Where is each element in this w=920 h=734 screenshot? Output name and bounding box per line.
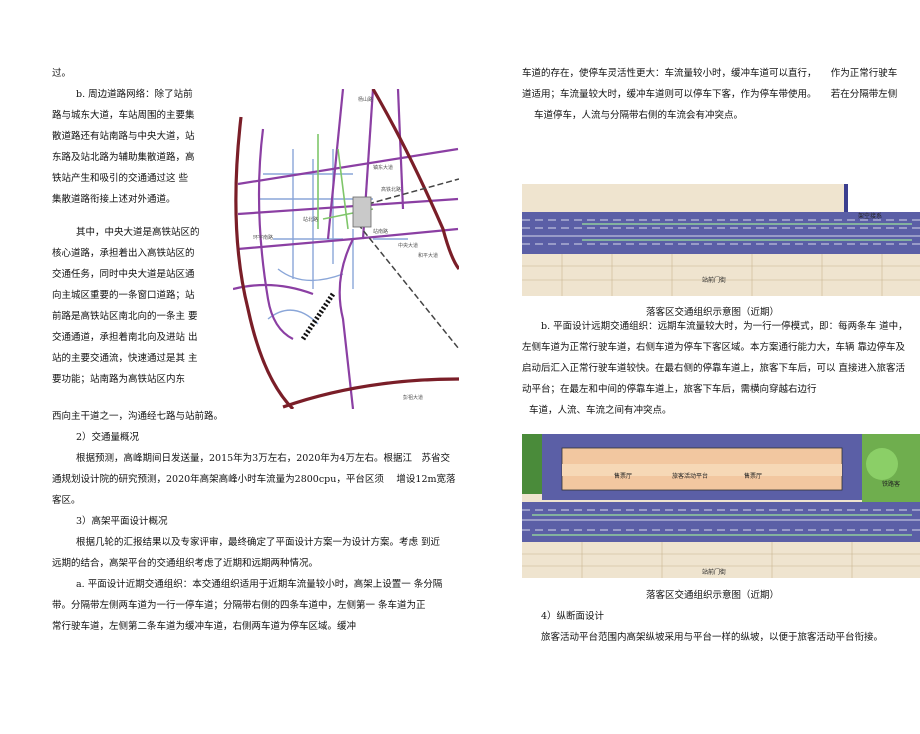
map-label: 站南路 [373, 228, 388, 235]
right-column-line: b. 平面设计远期交通组织：远期车流量较大时，为一行一停模式，即：每两条车 道中… [541, 321, 908, 332]
figure-2-caption: 落客区交通组织示意图（近期） [646, 590, 780, 601]
bridge-label: 架空接系 [858, 212, 882, 220]
station-gate-label: 站前门街 [702, 276, 726, 284]
figure-1-caption: 落客区交通组织示意图（近期） [646, 307, 780, 318]
platform-label: 旅客活动平台 [672, 472, 708, 480]
waiting-right-label: 售票厅 [744, 472, 762, 480]
left-column-line: 通规划设计院的研究预测，2020年高架高峰小时车流量为2800cpu，平台区须 … [52, 474, 456, 485]
road-network-map: 杨山路 镇东大道 高铁北路 站北路 站南路 环宇南路 和平大道 中央大道 彭祖大… [233, 89, 459, 409]
map-label: 高铁北路 [381, 186, 401, 193]
map-label: 站北路 [303, 216, 318, 223]
left-column-line: 交通通道，承担着南北向及进站 出 [52, 332, 198, 343]
map-label: 彭祖大道 [403, 394, 423, 401]
left-column-line: 交通任务，同时中央大道是站区通 [52, 269, 195, 280]
right-column-line: 车道停车，人流与分隔带右侧的车流会有冲突点。 [534, 110, 744, 121]
map-label: 杨山路 [358, 96, 373, 103]
waiting-left-label: 售票厅 [614, 472, 632, 480]
right-column-line: 车道的存在，使停车灵活性更大：车流量较小时，缓冲车道可以直行， 作为正常行驶车 [522, 68, 898, 79]
left-column-line: 站的主要交通流，快速通过是其 主 [52, 353, 198, 364]
map-graphic: 杨山路 镇东大道 高铁北路 站北路 站南路 环宇南路 和平大道 中央大道 彭祖大… [233, 89, 459, 409]
right-column-line: 左侧车道为正常行驶车道，右侧车道为停车下客区域。本方案通行能力大，车辆 靠边停车… [522, 342, 906, 353]
left-column-line: 其中，中央大道是高铁站区的 [76, 227, 200, 238]
figure-2-graphic: 售票厅 旅客活动平台 售票厅 铁路客 站前门街 [522, 434, 920, 578]
station-gate-label-2: 站前门街 [702, 568, 726, 576]
figure-1-graphic: 架空接系 站前门街 [522, 184, 920, 296]
right-column-line: 道适用；车流量较大时，缓冲车道则可以停车下客，作为停车带使用。 若在分隔带左侧 [522, 89, 898, 100]
left-column-line: 远期的结合，高架平台的交通组织考虑了近期和远期两种情况。 [52, 558, 319, 569]
left-column-line: 常行驶车道，左侧第二条车道为缓冲车道，右侧两车道为停车区域。缓冲 [52, 621, 357, 632]
left-column-line: 客区。 [52, 495, 81, 506]
drop-off-plan-figure-1: 架空接系 站前门街 [522, 184, 920, 296]
document-page: 过。 b. 周边道路网络：除了站前路与城东大道，车站周围的主要集 散道路还有站南路与… [0, 0, 920, 734]
left-column-line: 铁站产生和吸引的交通通过这 些 [52, 173, 189, 184]
right-column-line: 旅客活动平台范围内高架纵坡采用与平台一样的纵坡，以便于旅客活动平台衔接。 [541, 632, 884, 643]
left-column-line: 向主城区重要的一条窗口道路；站 [52, 290, 195, 301]
right-column-line: 车道，人流、车流之间有冲突点。 [529, 405, 672, 416]
left-column-line: 要功能；站南路为高铁站区内东 [52, 374, 186, 385]
map-label: 中央大道 [398, 242, 418, 249]
left-column-line: 前路是高铁站区南北向的一条主 要 [52, 311, 198, 322]
left-column-line: 路与城东大道，车站周围的主要集 [52, 110, 195, 121]
left-column-line: 过。 [52, 68, 72, 79]
map-label: 和平大道 [418, 252, 438, 259]
right-top-label: 铁路客 [882, 480, 900, 488]
left-column-line: 集散道路衔接上述对外通道。 [52, 194, 176, 205]
left-column-line: 东路及站北路为辅助集散道路，高 [52, 152, 195, 163]
right-column-line: 启动后汇入正常行驶车道较快。在最右侧的停靠车道上，旅客下车后，可以 直接进入旅客… [522, 363, 906, 374]
left-column-line: 核心道路，承担着出入高铁站区的 [52, 248, 195, 259]
left-column-line: b. 周边道路网络：除了站前 [76, 89, 193, 100]
map-label: 环宇南路 [253, 234, 273, 241]
left-column-line: 3）高架平面设计概况 [76, 516, 168, 527]
left-column-line: 根据几轮的汇报结果以及专家评审，最终确定了平面设计方案一为设计方案。考虑 到近 [76, 537, 441, 548]
right-column-line: 动平台；在最左和中间的停靠车道上，旅客下车后，需横向穿越右边行 [522, 384, 817, 395]
right-column-line: 4）纵断面设计 [541, 611, 605, 622]
left-column-line: 带。分隔带左侧两车道为一行一停车道；分隔带右侧的四条车道中，左侧第一 条车道为正 [52, 600, 426, 611]
drop-off-plan-figure-2: 售票厅 旅客活动平台 售票厅 铁路客 站前门街 [522, 434, 920, 578]
left-column-line: 根据预测，高峰期间日发送量，2015年为3万左右，2020年为4万左右。根据江 … [76, 453, 450, 464]
left-column-line: 2）交通量概况 [76, 432, 140, 443]
left-column-line: 散道路还有站南路与中央大道，站 [52, 131, 195, 142]
left-column-line: 西向主干道之一，沟通经七路与站前路。 [52, 411, 224, 422]
left-column-line: a. 平面设计近期交通组织：本交通组织适用于近期车流量较小时，高架上设置一 条分… [76, 579, 443, 590]
map-label: 镇东大道 [373, 164, 393, 171]
